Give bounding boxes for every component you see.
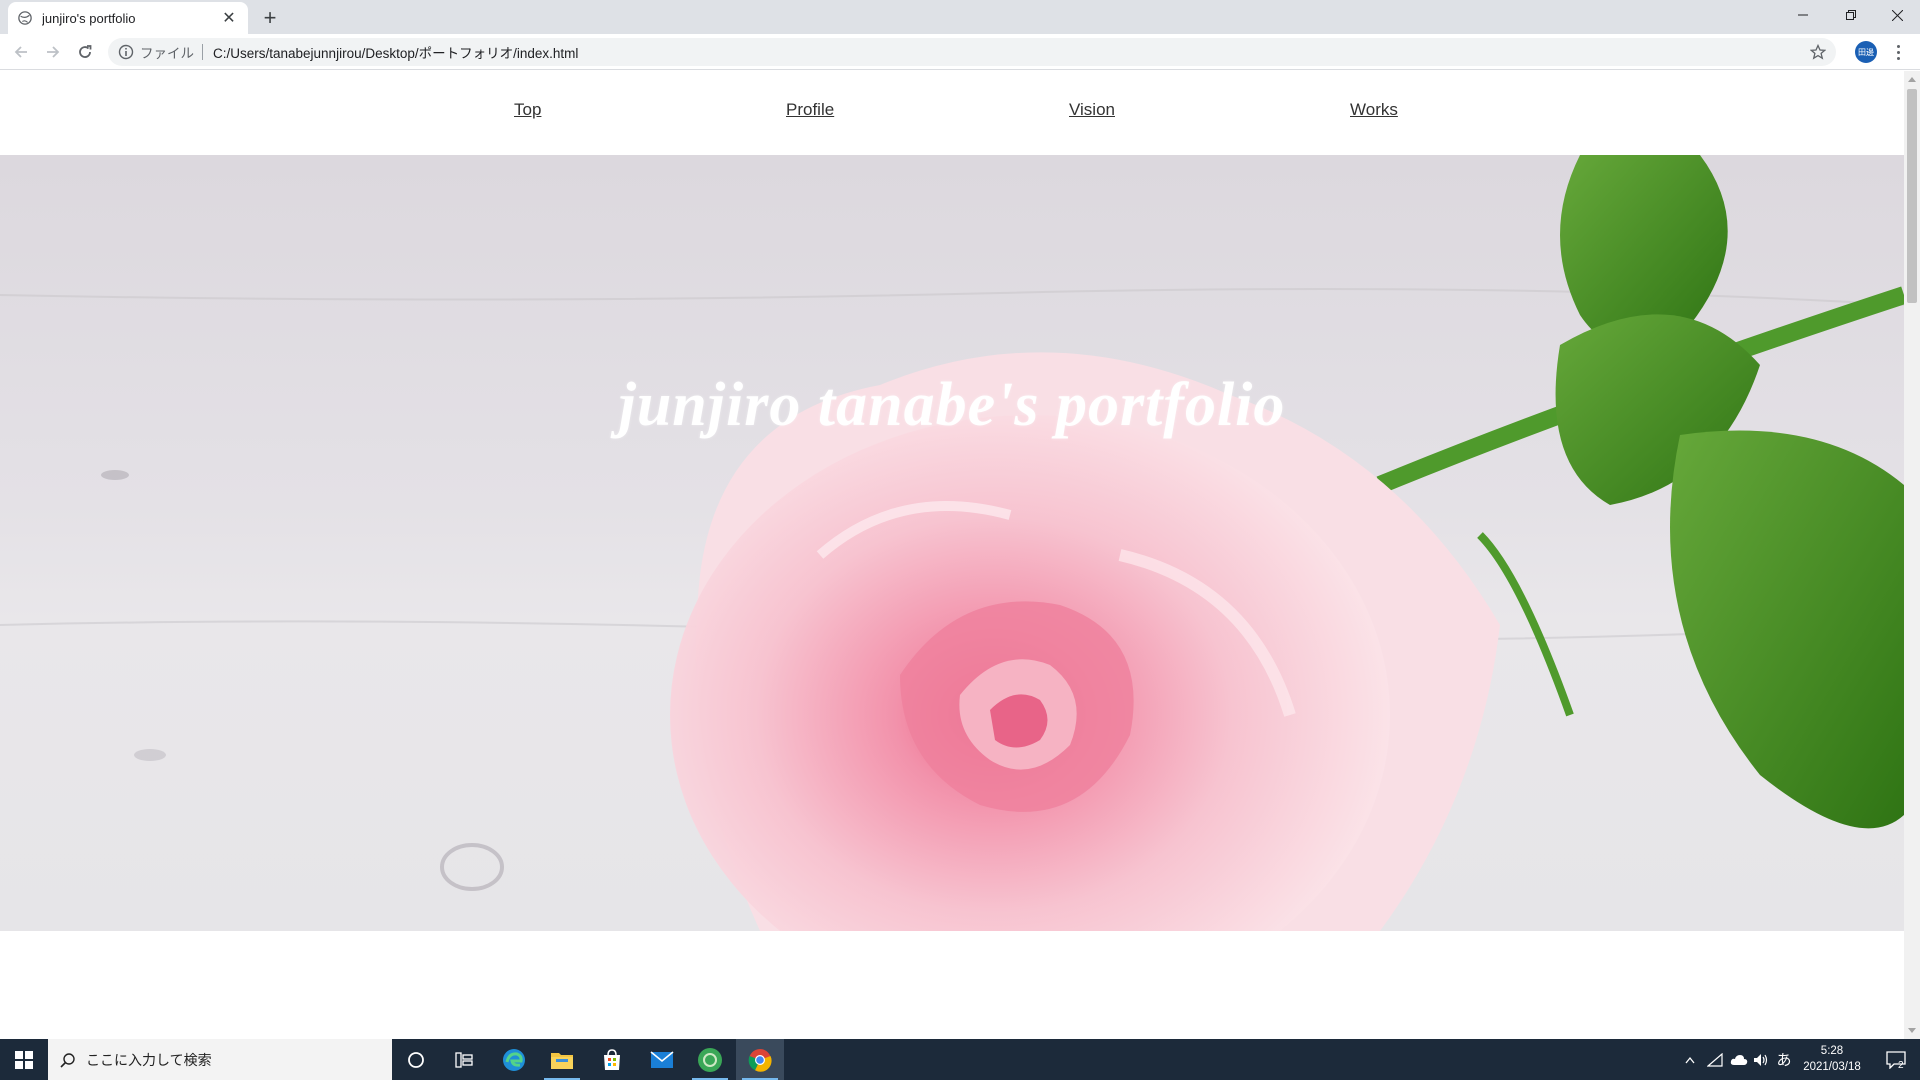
taskbar-clock[interactable]: 5:28 2021/03/18 xyxy=(1796,1043,1868,1075)
site-nav: Top Profile Vision Works xyxy=(0,71,1904,155)
new-tab-button[interactable]: + xyxy=(258,6,282,30)
nav-link-vision[interactable]: Vision xyxy=(1069,100,1115,120)
nav-link-profile[interactable]: Profile xyxy=(786,100,834,120)
browser-menu-icon[interactable] xyxy=(1890,40,1906,64)
search-placeholder: ここに入力して検索 xyxy=(86,1051,212,1068)
tab-title: junjiro's portfolio xyxy=(42,10,136,26)
file-explorer-icon[interactable] xyxy=(538,1039,586,1080)
tab-strip: junjiro's portfolio ✕ + xyxy=(0,0,1920,34)
tab-close-icon[interactable]: ✕ xyxy=(220,9,238,27)
task-view-icon[interactable] xyxy=(440,1039,488,1080)
scroll-thumb[interactable] xyxy=(1907,89,1917,303)
cortana-icon[interactable] xyxy=(392,1039,440,1080)
forward-button[interactable] xyxy=(39,38,67,66)
address-scheme: ファイル xyxy=(140,46,194,61)
store-icon[interactable] xyxy=(588,1039,636,1080)
network-icon[interactable] xyxy=(1704,1039,1726,1080)
notification-count: 2 xyxy=(1898,1060,1904,1071)
edge-icon[interactable] xyxy=(490,1039,538,1080)
taskbar-search[interactable]: ここに入力して検索 xyxy=(48,1039,392,1080)
page-viewport: Top Profile Vision Works junjiro tanabe'… xyxy=(0,71,1904,1039)
arrow-right-icon xyxy=(47,46,60,58)
info-icon[interactable] xyxy=(118,44,134,60)
mail-icon[interactable] xyxy=(638,1039,686,1080)
search-icon xyxy=(60,1052,75,1068)
clock-time: 5:28 xyxy=(1820,1045,1844,1057)
start-button[interactable] xyxy=(0,1039,48,1080)
scroll-up-icon[interactable] xyxy=(1908,77,1916,82)
close-window-button[interactable] xyxy=(1874,0,1920,30)
hero-title: junjiro tanabe's portfolio xyxy=(618,371,1286,439)
notification-center-button[interactable]: 2 xyxy=(1876,1039,1916,1080)
address-separator xyxy=(202,44,203,60)
line-icon[interactable] xyxy=(686,1039,734,1080)
browser-tab[interactable]: junjiro's portfolio ✕ xyxy=(8,2,248,34)
address-url[interactable]: C:/Users/tanabejunnjirou/Desktop/ポートフォリオ… xyxy=(213,42,578,62)
reload-button[interactable] xyxy=(71,38,99,66)
page-scrollbar[interactable] xyxy=(1904,71,1920,1039)
address-bar[interactable]: ファイル C:/Users/tanabejunnjirou/Desktop/ポー… xyxy=(108,38,1836,66)
clock-date: 2021/03/18 xyxy=(1803,1061,1861,1073)
windows-icon xyxy=(15,1050,33,1069)
tray-chevron-icon[interactable] xyxy=(1680,1039,1700,1080)
restore-button[interactable] xyxy=(1828,0,1874,30)
reload-icon xyxy=(79,45,92,58)
nav-link-top[interactable]: Top xyxy=(514,100,541,120)
onedrive-icon[interactable] xyxy=(1728,1039,1750,1080)
chrome-icon[interactable] xyxy=(736,1039,784,1080)
globe-icon xyxy=(18,11,32,25)
volume-icon[interactable] xyxy=(1750,1039,1772,1080)
nav-link-works[interactable]: Works xyxy=(1350,100,1398,120)
ime-indicator[interactable]: あ xyxy=(1772,1039,1796,1080)
minimize-button[interactable] xyxy=(1780,0,1826,30)
browser-toolbar: ファイル C:/Users/tanabejunnjirou/Desktop/ポー… xyxy=(0,34,1920,70)
arrow-left-icon xyxy=(14,46,27,58)
taskbar: ここに入力して検索 あ 5:28 2021/03/18 2 xyxy=(0,1039,1920,1080)
rose-hero-image xyxy=(0,155,1904,931)
scroll-down-icon[interactable] xyxy=(1908,1028,1916,1033)
bookmark-star-icon[interactable] xyxy=(1810,44,1826,60)
profile-avatar[interactable]: 田邊 xyxy=(1855,41,1877,63)
back-button[interactable] xyxy=(7,38,35,66)
hero-section: junjiro tanabe's portfolio xyxy=(0,155,1904,931)
